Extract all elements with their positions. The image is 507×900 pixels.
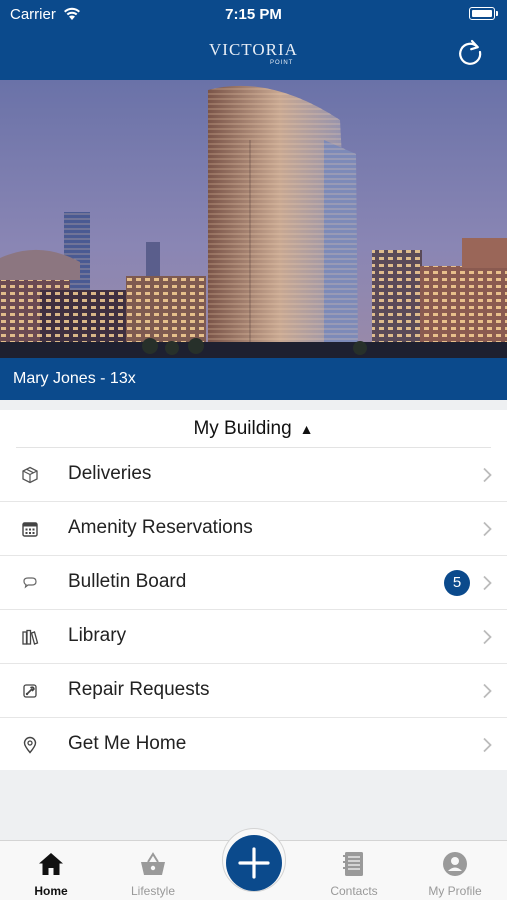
resident-banner: Mary Jones - 13x <box>0 358 507 400</box>
chevron-right-icon <box>483 575 492 591</box>
chat-bubble-icon <box>23 577 37 589</box>
package-icon <box>22 466 38 484</box>
menu-item-get-me-home[interactable]: Get Me Home <box>0 718 507 772</box>
location-pin-icon <box>23 736 37 754</box>
chevron-right-icon <box>483 521 492 537</box>
home-icon <box>39 853 63 875</box>
menu-item-amenity-reservations[interactable]: Amenity Reservations <box>0 502 507 556</box>
tab-contacts[interactable]: Contacts <box>304 841 404 900</box>
status-bar: Carrier 7:15 PM <box>0 0 507 30</box>
menu-item-label: Deliveries <box>68 463 152 484</box>
menu-item-label: Repair Requests <box>68 679 210 700</box>
menu-item-bulletin-board[interactable]: Bulletin Board 5 <box>0 556 507 610</box>
menu-item-label: Library <box>68 625 127 646</box>
wrench-icon <box>23 684 37 698</box>
menu-item-deliveries[interactable]: Deliveries <box>0 448 507 502</box>
battery-icon <box>469 7 498 20</box>
collapse-caret-icon: ▲ <box>299 421 314 437</box>
basket-icon <box>141 852 165 875</box>
calendar-icon <box>22 522 38 537</box>
building-hero-image <box>0 80 507 358</box>
logo-wordmark: VICTORIA <box>209 40 298 59</box>
chevron-right-icon <box>483 683 492 699</box>
menu-item-label: Amenity Reservations <box>68 517 253 538</box>
app-logo: VICTORIA POINT <box>0 40 507 66</box>
tab-label: Contacts <box>330 884 378 898</box>
app-screen: Carrier 7:15 PM VICTORIA POINT Mary Jone… <box>0 0 507 900</box>
profile-icon <box>443 852 467 876</box>
tab-lifestyle[interactable]: Lifestyle <box>103 841 203 900</box>
menu-item-library[interactable]: Library <box>0 610 507 664</box>
tab-home[interactable]: Home <box>1 841 101 900</box>
top-bar: Carrier 7:15 PM VICTORIA POINT <box>0 0 507 80</box>
status-time: 7:15 PM <box>225 6 282 23</box>
tab-label: Lifestyle <box>130 884 176 898</box>
resident-name: Mary Jones - 13x <box>13 370 136 387</box>
notification-count-badge: 5 <box>444 570 470 596</box>
logo-subtext: POINT <box>270 60 294 66</box>
address-book-icon <box>343 852 363 876</box>
section-header[interactable]: My Building ▲ <box>0 410 507 448</box>
plus-icon <box>238 847 270 879</box>
section-title: My Building <box>193 418 292 439</box>
chevron-right-icon <box>483 467 492 483</box>
menu-item-repair-requests[interactable]: Repair Requests <box>0 664 507 718</box>
add-button[interactable] <box>226 835 282 891</box>
chevron-right-icon <box>483 629 492 645</box>
refresh-icon[interactable] <box>455 37 485 67</box>
my-building-menu: My Building ▲ Deliveries Amenity Reservat… <box>0 410 507 770</box>
tab-my-profile[interactable]: My Profile <box>405 841 505 900</box>
books-icon <box>22 629 39 645</box>
tab-label: My Profile <box>428 884 482 898</box>
chevron-right-icon <box>483 737 492 753</box>
tab-label: Home <box>34 884 68 898</box>
menu-item-label: Get Me Home <box>68 733 187 754</box>
menu-item-label: Bulletin Board <box>68 571 187 592</box>
